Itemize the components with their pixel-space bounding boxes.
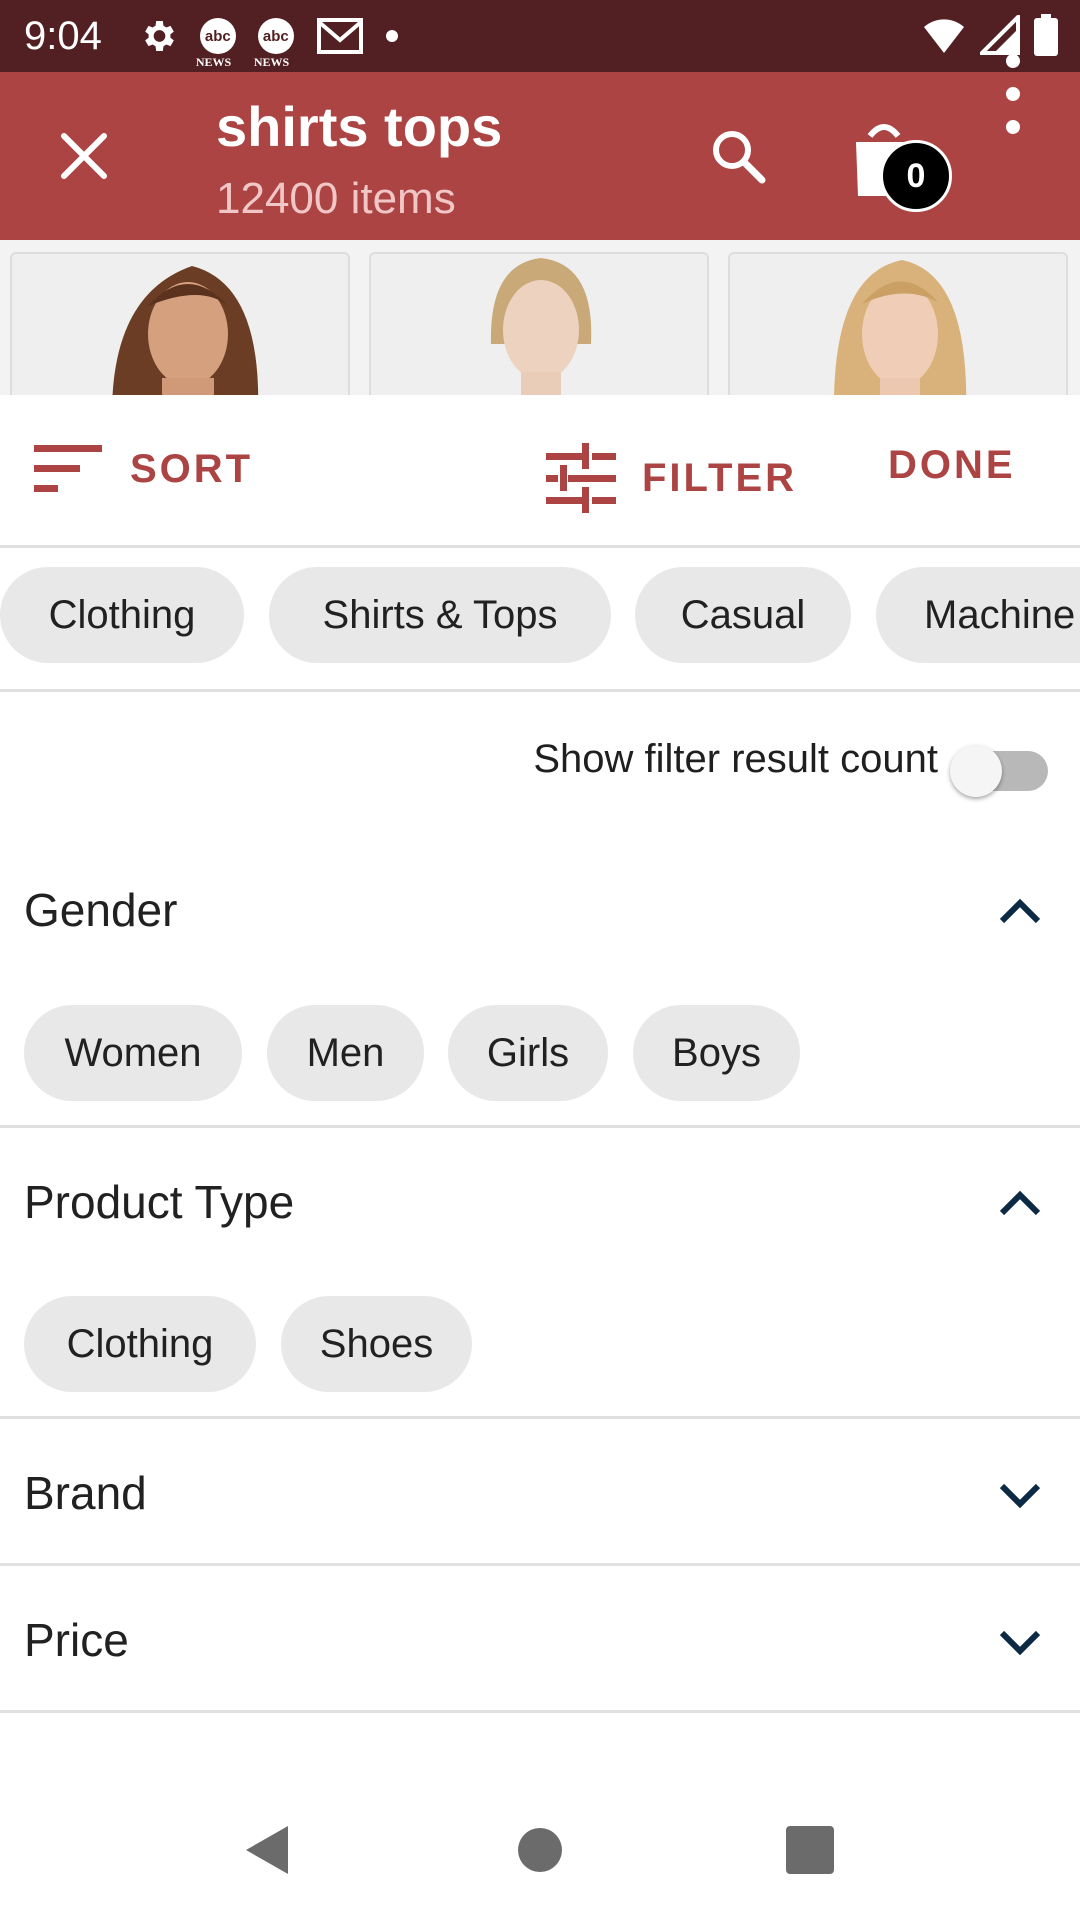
- product-strip: [0, 240, 1080, 395]
- status-time: 9:04: [24, 13, 102, 58]
- option-girls[interactable]: Girls: [448, 1005, 608, 1101]
- back-icon[interactable]: [244, 1824, 290, 1876]
- applied-chip-shirts-tops[interactable]: Shirts & Tops: [269, 567, 611, 663]
- wifi-icon: [924, 19, 964, 53]
- product-thumbnail[interactable]: [10, 252, 350, 395]
- divider: [0, 1125, 1080, 1128]
- section-title: Price: [24, 1614, 129, 1666]
- model-photo: [490, 258, 592, 395]
- cell-signal-icon: [980, 15, 1020, 55]
- sort-filter-toolbar: SORT FILTER DONE: [0, 395, 1080, 548]
- chevron-up-icon: [999, 898, 1041, 924]
- section-title: Product Type: [24, 1176, 295, 1228]
- abc-news-icon: abc NEWS: [254, 18, 294, 69]
- divider: [0, 1563, 1080, 1566]
- section-brand-header[interactable]: Brand: [0, 1438, 1080, 1548]
- done-button[interactable]: DONE: [888, 443, 1016, 488]
- divider: [0, 1416, 1080, 1419]
- filter-count-toggle-row: Show filter result count: [0, 695, 1080, 815]
- battery-icon: [1034, 14, 1058, 56]
- close-icon[interactable]: [56, 128, 112, 184]
- option-shoes[interactable]: Shoes: [281, 1296, 472, 1392]
- chevron-up-icon: [999, 1190, 1041, 1216]
- cart-count-badge: 0: [880, 140, 952, 212]
- section-product-type-header[interactable]: Product Type: [0, 1147, 1080, 1257]
- sort-button[interactable]: SORT: [34, 443, 253, 495]
- settings-gear-icon: [145, 21, 174, 51]
- system-nav-bar: [0, 1780, 1080, 1920]
- sort-label: SORT: [130, 446, 254, 491]
- toggle-knob[interactable]: [950, 745, 1002, 797]
- filter-button[interactable]: FILTER: [546, 443, 797, 513]
- option-clothing[interactable]: Clothing: [24, 1296, 256, 1392]
- chevron-down-icon: [999, 1630, 1041, 1656]
- filter-label: FILTER: [642, 455, 798, 500]
- model-photo: [112, 266, 259, 395]
- gmail-icon: [316, 18, 363, 54]
- home-icon[interactable]: [518, 1828, 562, 1872]
- option-men[interactable]: Men: [267, 1005, 424, 1101]
- divider: [0, 1710, 1080, 1713]
- filter-sliders-icon: [546, 443, 616, 513]
- product-thumbnail[interactable]: [369, 252, 709, 395]
- item-count: 12400 items: [216, 174, 456, 223]
- toggle-label: Show filter result count: [533, 737, 938, 781]
- filter-sheet: SORT FILTER DONE Clothing Shirts & Tops …: [0, 395, 1080, 1780]
- applied-chip-machine[interactable]: Machine: [876, 567, 1080, 663]
- applied-chip-clothing[interactable]: Clothing: [0, 567, 244, 663]
- option-boys[interactable]: Boys: [633, 1005, 800, 1101]
- product-thumbnail[interactable]: [728, 252, 1068, 395]
- recent-apps-icon[interactable]: [786, 1826, 834, 1874]
- notification-dot-icon: [385, 30, 398, 42]
- model-photo: [834, 260, 967, 395]
- sort-icon: [34, 445, 102, 492]
- more-options-icon[interactable]: [998, 54, 1028, 134]
- page-title: shirts tops: [216, 95, 503, 158]
- section-title: Gender: [24, 884, 178, 936]
- section-gender-header[interactable]: Gender: [0, 855, 1080, 965]
- applied-chip-casual[interactable]: Casual: [635, 567, 851, 663]
- section-price-header[interactable]: Price: [0, 1585, 1080, 1695]
- option-women[interactable]: Women: [24, 1005, 242, 1101]
- chevron-down-icon: [999, 1483, 1041, 1509]
- section-title: Brand: [24, 1467, 147, 1519]
- divider: [0, 689, 1080, 692]
- applied-filter-chips: Clothing Shirts & Tops Casual Machine: [0, 567, 1080, 663]
- status-bar: 9:04 abc NEWS abc NEWS: [0, 0, 1080, 72]
- abc-news-icon: abc NEWS: [196, 18, 236, 69]
- search-icon[interactable]: [706, 124, 770, 188]
